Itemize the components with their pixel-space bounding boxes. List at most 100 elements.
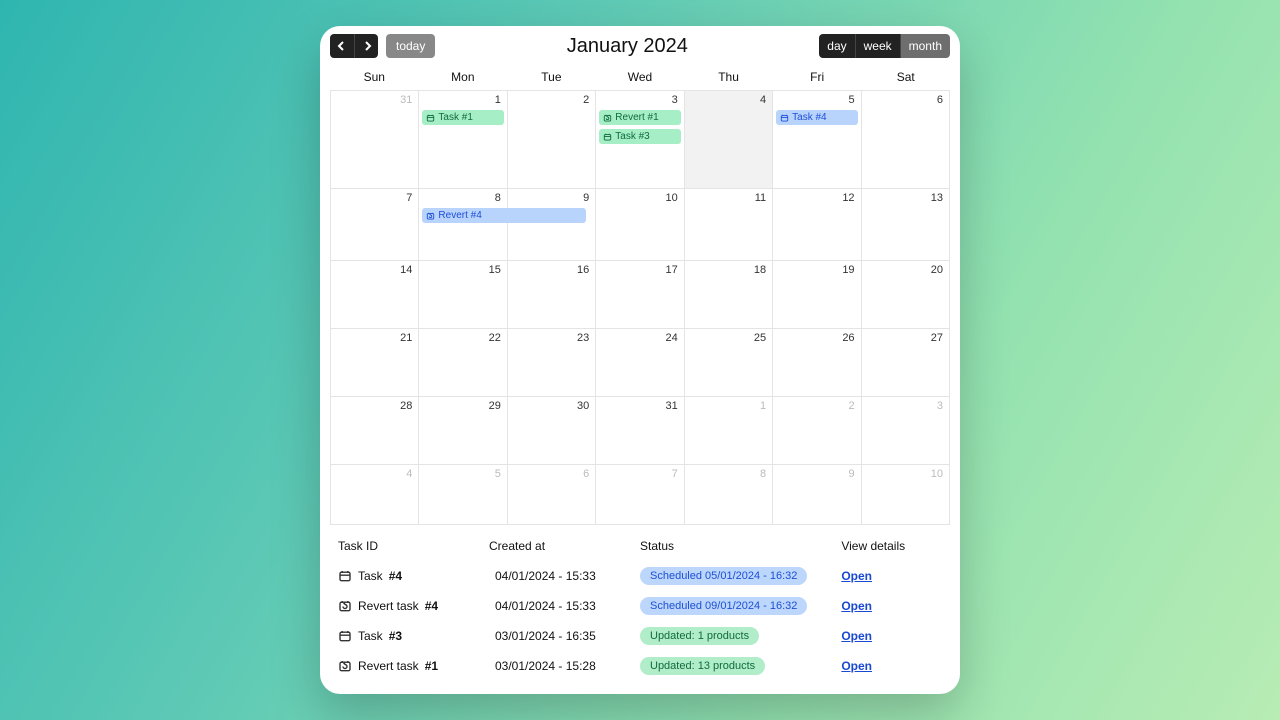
calendar-event[interactable]: Revert #1 <box>599 110 680 125</box>
view-month-button[interactable]: month <box>900 34 950 58</box>
calendar-toolbar: today January 2024 day week month <box>320 26 960 64</box>
open-link[interactable]: Open <box>841 659 872 673</box>
calendar-icon <box>780 113 789 122</box>
calendar-cell[interactable]: 7 <box>331 189 419 261</box>
calendar-cell[interactable]: 13 <box>862 189 950 261</box>
calendar-cell[interactable]: 11 <box>685 189 773 261</box>
prev-button[interactable] <box>330 34 354 58</box>
calendar-cell[interactable]: 25 <box>685 329 773 397</box>
calendar-title: January 2024 <box>435 35 819 58</box>
day-of-week: Sat <box>861 64 950 90</box>
calendar-cell[interactable]: 28 <box>331 397 419 465</box>
calendar-cell[interactable]: 24 <box>596 329 684 397</box>
calendar-cell[interactable]: 14 <box>331 261 419 329</box>
task-id-cell: Task #3 <box>338 629 489 643</box>
calendar-cell[interactable]: 22 <box>419 329 507 397</box>
calendar-icon <box>603 132 612 141</box>
calendar-revert-icon <box>603 113 612 122</box>
task-created: 03/01/2024 - 16:35 <box>489 629 640 643</box>
calendar-cell[interactable]: 5 Task #4 <box>773 91 861 189</box>
calendar-cell[interactable]: 3 Revert #1 Task #3 <box>596 91 684 189</box>
calendar-cell[interactable]: 18 <box>685 261 773 329</box>
calendar-event[interactable]: Task #1 <box>422 110 503 125</box>
task-id-cell: Revert task #4 <box>338 599 489 613</box>
calendar-cell[interactable]: 20 <box>862 261 950 329</box>
status-badge: Updated: 13 products <box>640 657 765 675</box>
calendar-cell[interactable]: 29 <box>419 397 507 465</box>
task-status: Updated: 13 products <box>640 657 841 675</box>
calendar-date: 18 <box>688 264 769 276</box>
calendar-date: 28 <box>334 400 415 412</box>
calendar-date: 5 <box>776 94 857 106</box>
calendar-cell[interactable]: 4 <box>685 91 773 189</box>
calendar-date: 13 <box>865 192 946 204</box>
task-number: #1 <box>425 659 438 673</box>
calendar-date: 31 <box>334 94 415 106</box>
calendar-date: 23 <box>511 332 592 344</box>
calendar-cell[interactable]: 4 <box>331 465 419 525</box>
calendar-cell[interactable]: 16 <box>508 261 596 329</box>
app-panel: today January 2024 day week month SunMon… <box>320 26 960 694</box>
today-button[interactable]: today <box>386 34 435 58</box>
task-row: Revert task #404/01/2024 - 15:33Schedule… <box>338 591 942 621</box>
event-label: Revert #4 <box>438 210 481 221</box>
calendar-date: 3 <box>599 94 680 106</box>
calendar-cell[interactable]: 31 <box>596 397 684 465</box>
calendar-cell[interactable]: 8 <box>685 465 773 525</box>
calendar-cell[interactable]: 6 <box>508 465 596 525</box>
calendar-cell[interactable]: 9 <box>508 189 596 261</box>
task-created: 04/01/2024 - 15:33 <box>489 569 640 583</box>
next-button[interactable] <box>354 34 378 58</box>
calendar-cell[interactable]: 15 <box>419 261 507 329</box>
calendar-cell[interactable]: 17 <box>596 261 684 329</box>
calendar-cell[interactable]: 6 <box>862 91 950 189</box>
calendar-revert-icon <box>338 599 352 613</box>
calendar-cell[interactable]: 31 <box>331 91 419 189</box>
calendar-date: 9 <box>511 192 592 204</box>
calendar-cell[interactable]: 19 <box>773 261 861 329</box>
calendar-cell[interactable]: 8Revert #4 <box>419 189 507 261</box>
event-label: Task #3 <box>615 131 649 142</box>
open-link[interactable]: Open <box>841 629 872 643</box>
task-list: Task ID Created at Status View details T… <box>320 525 960 681</box>
calendar-cell[interactable]: 21 <box>331 329 419 397</box>
open-link[interactable]: Open <box>841 599 872 613</box>
open-link[interactable]: Open <box>841 569 872 583</box>
view-day-button[interactable]: day <box>819 34 854 58</box>
task-name: Task <box>358 629 383 643</box>
calendar-cell[interactable]: 10 <box>862 465 950 525</box>
calendar-date: 20 <box>865 264 946 276</box>
calendar-event[interactable]: Revert #4 <box>422 208 586 223</box>
calendar-revert-icon <box>426 211 435 220</box>
calendar-cell[interactable]: 26 <box>773 329 861 397</box>
calendar-cell[interactable]: 5 <box>419 465 507 525</box>
calendar-date: 4 <box>334 468 415 480</box>
calendar-cell[interactable]: 2 <box>773 397 861 465</box>
calendar-date: 14 <box>334 264 415 276</box>
calendar-cell[interactable]: 7 <box>596 465 684 525</box>
day-of-week: Sun <box>330 64 419 90</box>
calendar-event[interactable]: Task #3 <box>599 129 680 144</box>
calendar-date: 24 <box>599 332 680 344</box>
col-created: Created at <box>489 539 640 553</box>
calendar-date: 21 <box>334 332 415 344</box>
calendar-cell[interactable]: 3 <box>862 397 950 465</box>
calendar-event[interactable]: Task #4 <box>776 110 857 125</box>
calendar-cell[interactable]: 1 <box>685 397 773 465</box>
view-week-button[interactable]: week <box>855 34 900 58</box>
calendar-date: 6 <box>511 468 592 480</box>
calendar-cell[interactable]: 27 <box>862 329 950 397</box>
calendar-cell[interactable]: 30 <box>508 397 596 465</box>
calendar-cell[interactable]: 1Task #1 <box>419 91 507 189</box>
task-id-cell: Revert task #1 <box>338 659 489 673</box>
calendar-date: 22 <box>422 332 503 344</box>
task-status: Scheduled 09/01/2024 - 16:32 <box>640 597 841 615</box>
calendar-date: 25 <box>688 332 769 344</box>
calendar-cell[interactable]: 10 <box>596 189 684 261</box>
day-of-week-header: SunMonTueWedThuFriSat <box>330 64 950 90</box>
calendar-cell[interactable]: 2 <box>508 91 596 189</box>
calendar-cell[interactable]: 9 <box>773 465 861 525</box>
calendar-cell[interactable]: 12 <box>773 189 861 261</box>
calendar-cell[interactable]: 23 <box>508 329 596 397</box>
calendar-date: 16 <box>511 264 592 276</box>
